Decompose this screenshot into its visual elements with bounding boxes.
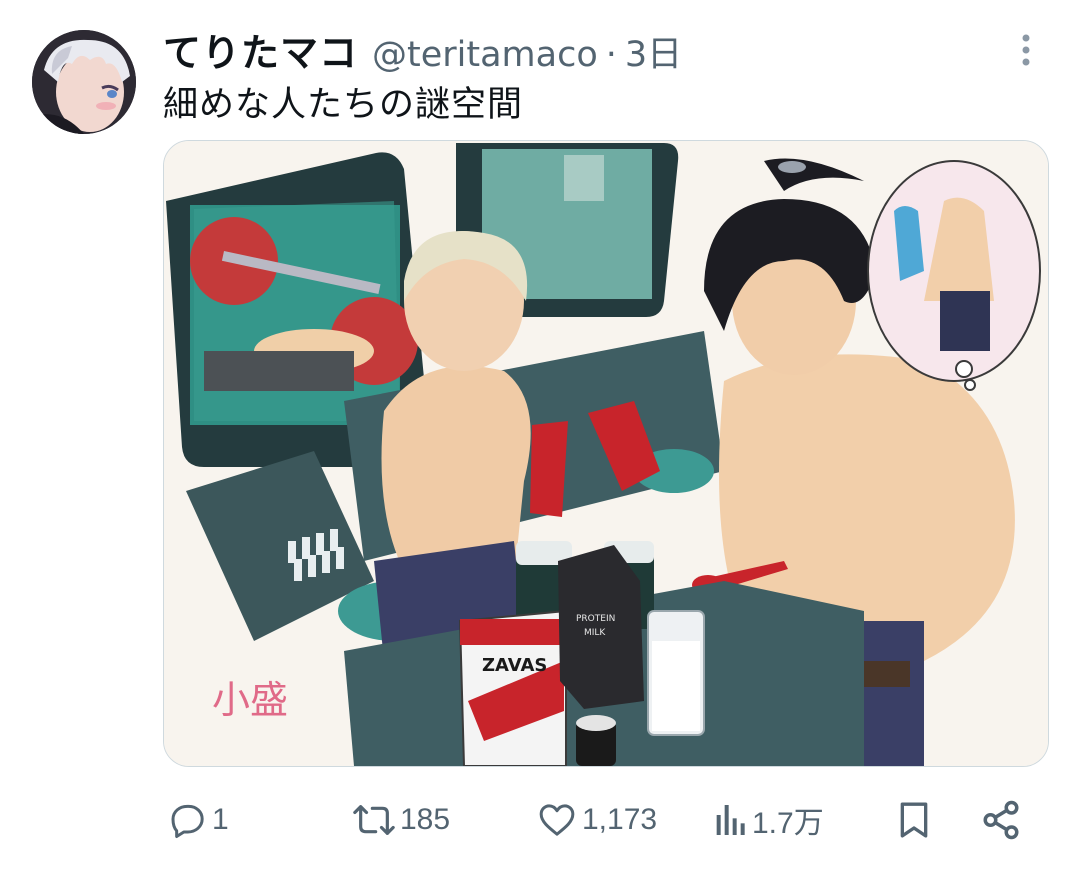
action-bar: 1 185 1,173 1.7万 xyxy=(0,790,1080,850)
caption-text: 小盛 xyxy=(212,678,288,722)
more-vertical-icon xyxy=(1022,34,1030,66)
tweet-text: 細めな人たちの謎空間 xyxy=(163,85,524,125)
package-label: ZAVAS xyxy=(482,655,547,676)
separator-dot: · xyxy=(605,35,617,75)
author-name[interactable]: てりたマコ xyxy=(163,22,358,77)
avatar-illustration xyxy=(32,30,136,134)
retweet-button[interactable]: 185 xyxy=(352,790,450,850)
reply-button[interactable]: 1 xyxy=(168,790,229,850)
illustration: ZAVAS PROTEIN MILK 小盛 xyxy=(164,141,1048,766)
carton-label-2: MILK xyxy=(584,628,606,638)
bookmark-button[interactable] xyxy=(894,790,934,850)
author-handle[interactable]: @teritamaco xyxy=(372,35,598,75)
retweet-count: 185 xyxy=(400,803,451,836)
avatar[interactable] xyxy=(32,30,136,134)
like-button[interactable]: 1,173 xyxy=(536,790,657,850)
timestamp[interactable]: 3日 xyxy=(625,26,682,77)
tweet-header: てりたマコ @teritamaco · 3日 xyxy=(163,22,682,75)
views-count: 1.7万 xyxy=(752,807,824,840)
tweet-image[interactable]: ZAVAS PROTEIN MILK 小盛 xyxy=(163,140,1049,767)
share-icon xyxy=(983,800,1019,840)
carton-label-1: PROTEIN xyxy=(576,614,615,624)
like-count: 1,173 xyxy=(582,803,658,836)
share-button[interactable] xyxy=(980,790,1022,850)
like-icon xyxy=(539,804,575,836)
more-options-button[interactable] xyxy=(1014,30,1038,70)
reply-count: 1 xyxy=(212,803,229,836)
retweet-icon xyxy=(353,805,395,835)
views-button[interactable]: 1.7万 xyxy=(712,790,824,850)
bookmark-icon xyxy=(900,802,928,838)
reply-icon xyxy=(171,804,204,838)
views-icon xyxy=(716,805,745,835)
